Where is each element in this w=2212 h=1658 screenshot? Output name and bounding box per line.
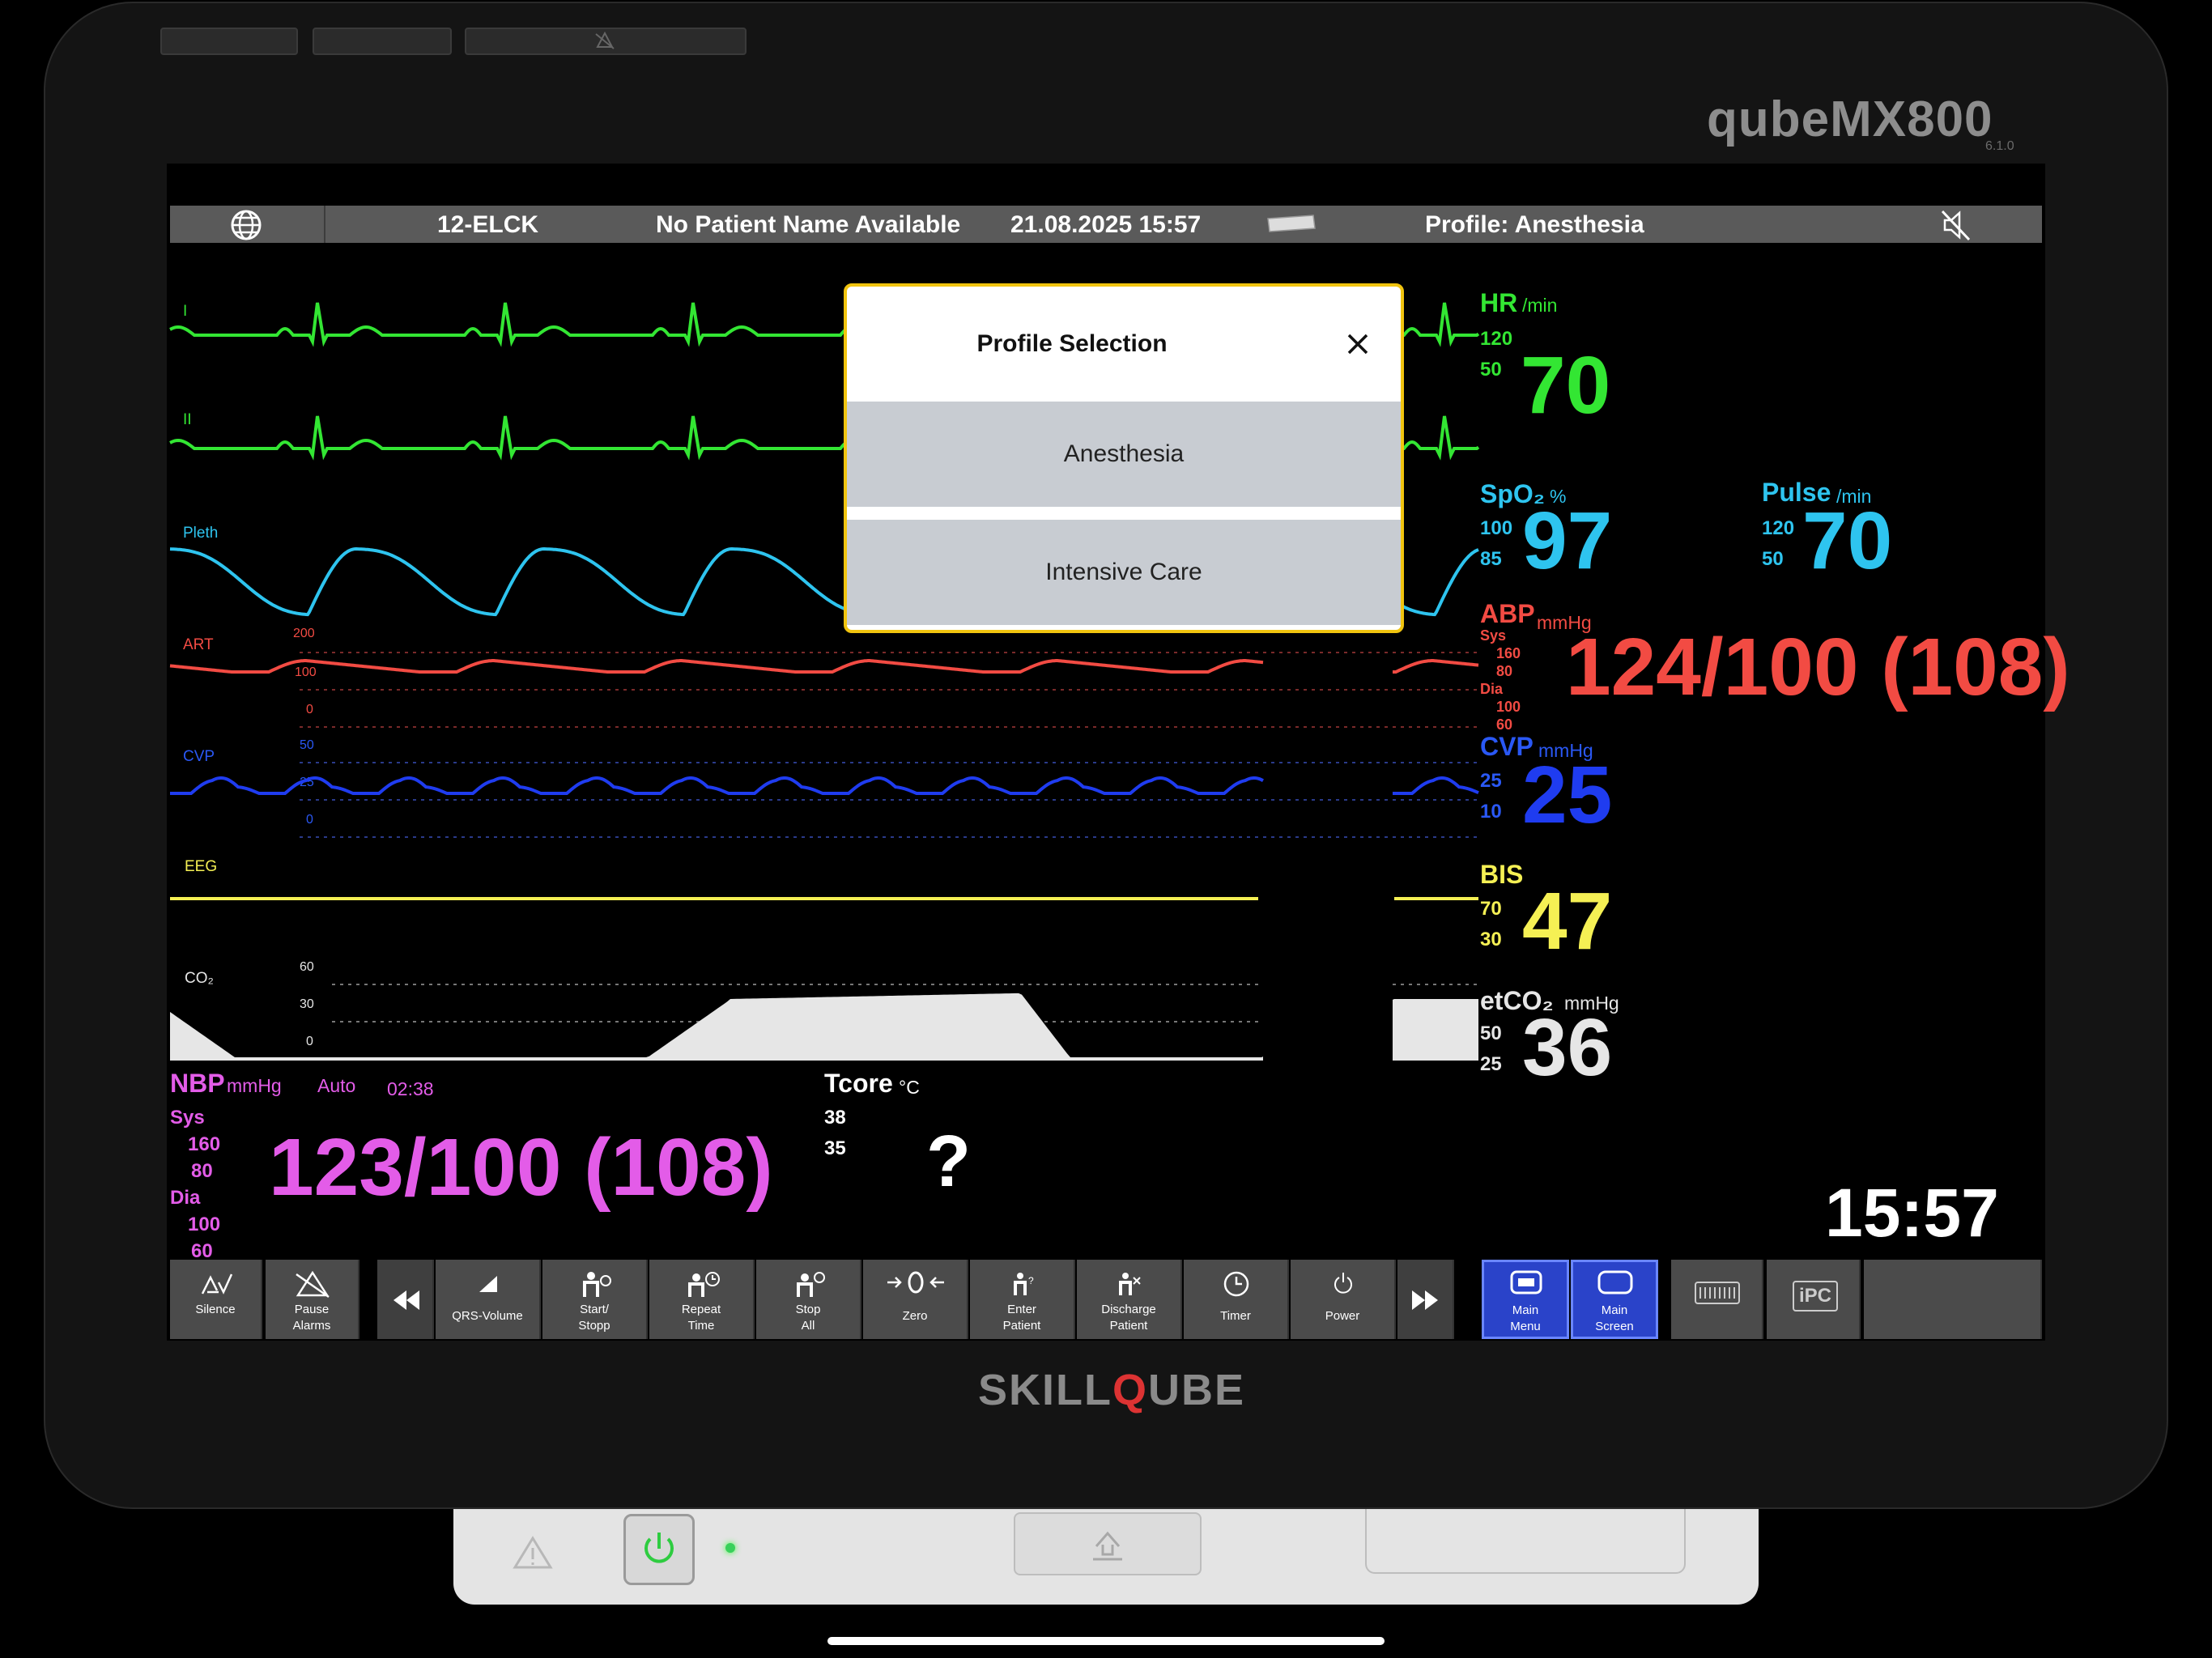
menu-window-icon xyxy=(1510,1270,1542,1295)
scroll-right-button[interactable] xyxy=(1397,1260,1454,1339)
clock: 15:57 xyxy=(1825,1175,1999,1251)
nbp-value[interactable]: 123/100 (108) xyxy=(269,1127,773,1208)
cvp-value[interactable]: 25 xyxy=(1522,755,1612,835)
brand-logo: SKILLQUBE xyxy=(978,1366,1246,1414)
profile-option-intensive-care[interactable]: Intensive Care xyxy=(847,520,1401,625)
art-wave xyxy=(169,659,1479,674)
silence-icon xyxy=(201,1273,233,1295)
spo2-value[interactable]: 97 xyxy=(1522,500,1612,581)
nbp-limits: Sys 160 80 Dia 100 60 xyxy=(170,1107,221,1262)
home-indicator[interactable] xyxy=(827,1637,1385,1645)
hr-name[interactable]: HR xyxy=(1480,288,1517,318)
power-icon xyxy=(1334,1273,1352,1294)
screen-window-icon xyxy=(1597,1270,1633,1295)
bis-limits: 70 30 xyxy=(1480,898,1502,950)
hardware-power-button[interactable] xyxy=(623,1514,695,1585)
stop-cuff-icon xyxy=(797,1272,825,1297)
start-stop-button[interactable]: Start/Stopp xyxy=(542,1260,648,1339)
repeat-time-button[interactable]: Repeat Time xyxy=(649,1260,755,1339)
alarm-warning-icon xyxy=(513,1536,553,1569)
hr-unit: /min xyxy=(1522,295,1558,316)
toolbar-empty-slot xyxy=(1864,1260,2042,1339)
abp-name[interactable]: ABP xyxy=(1480,599,1535,629)
upload-icon xyxy=(1093,1531,1122,1561)
profile-option-anesthesia[interactable]: Anesthesia xyxy=(847,402,1401,507)
power-led xyxy=(725,1543,735,1553)
svg-text:?: ? xyxy=(1028,1275,1034,1286)
bis-value[interactable]: 47 xyxy=(1522,881,1612,962)
sweep-gap xyxy=(1263,971,1393,1069)
etco2-value[interactable]: 36 xyxy=(1522,1007,1612,1088)
timer-button[interactable]: Timer xyxy=(1184,1260,1289,1339)
repeat-clock-icon xyxy=(688,1272,720,1297)
power-button[interactable]: Power xyxy=(1291,1260,1396,1339)
main-menu-button[interactable]: Main Menu xyxy=(1482,1260,1569,1339)
bis-name[interactable]: BIS xyxy=(1480,860,1523,890)
nbp-interval: 02:38 xyxy=(387,1078,434,1099)
hardware-home-button[interactable] xyxy=(1014,1512,1202,1575)
cvp-limits: 25 10 xyxy=(1480,770,1502,823)
discharge-patient-button[interactable]: Discharge Patient xyxy=(1077,1260,1182,1339)
qrs-volume-button[interactable]: QRS-Volume xyxy=(436,1260,541,1339)
alarm-triangle-icon xyxy=(296,1270,330,1299)
cvp-wave xyxy=(170,776,1479,795)
enter-patient-button[interactable]: ? Enter Patient xyxy=(970,1260,1075,1339)
etco2-limits: 50 25 xyxy=(1480,1022,1502,1075)
person-remove-icon xyxy=(1119,1273,1141,1295)
hr-value[interactable]: 70 xyxy=(1521,345,1610,426)
fast-forward-icon xyxy=(1412,1290,1438,1310)
nbp-cuff-icon xyxy=(583,1272,611,1297)
keyboard-button[interactable] xyxy=(1671,1260,1763,1339)
pulse-limits: 120 50 xyxy=(1762,517,1795,570)
pause-alarms-button[interactable]: Pause Alarms xyxy=(266,1260,359,1339)
spo2-limits: 100 85 xyxy=(1480,517,1513,570)
card-slot xyxy=(1365,1509,1686,1574)
power-icon xyxy=(644,1533,674,1563)
tcore-unit: °C xyxy=(899,1077,920,1098)
ipc-icon: iPC xyxy=(1793,1281,1838,1312)
dialog-title: Profile Selection xyxy=(976,330,1168,357)
tcore-name[interactable]: Tcore xyxy=(824,1069,893,1099)
hr-limits: 120 50 xyxy=(1480,328,1513,380)
ipc-button[interactable]: iPC xyxy=(1767,1260,1861,1339)
volume-icon xyxy=(479,1276,497,1292)
scroll-left-button[interactable] xyxy=(377,1260,434,1339)
nbp-name[interactable]: NBP xyxy=(170,1069,225,1099)
cvp-gridlines xyxy=(300,762,1478,838)
tcore-value[interactable]: ? xyxy=(926,1125,971,1198)
zero-icon xyxy=(887,1271,944,1294)
main-screen-button[interactable]: Main Screen xyxy=(1571,1260,1658,1339)
pulse-value[interactable]: 70 xyxy=(1802,500,1892,581)
zero-button[interactable]: Zero xyxy=(863,1260,968,1339)
person-question-icon: ? xyxy=(1014,1273,1034,1295)
silence-button[interactable]: Silence xyxy=(170,1260,262,1339)
stop-all-button[interactable]: Stop All xyxy=(756,1260,861,1339)
abp-limits: Sys 160 80 Dia 100 60 xyxy=(1480,627,1521,733)
keyboard-icon xyxy=(1695,1282,1740,1304)
tcore-limits: 38 35 xyxy=(824,1107,846,1159)
nbp-mode[interactable]: Auto xyxy=(317,1075,355,1097)
nbp-unit: mmHg xyxy=(227,1075,282,1096)
abp-value[interactable]: 124/100 (108) xyxy=(1566,627,2070,708)
clock-icon xyxy=(1223,1271,1249,1297)
rewind-icon xyxy=(393,1290,419,1310)
close-icon[interactable] xyxy=(1338,324,1378,364)
profile-selection-dialog: Profile Selection Anesthesia Intensive C… xyxy=(844,283,1404,633)
